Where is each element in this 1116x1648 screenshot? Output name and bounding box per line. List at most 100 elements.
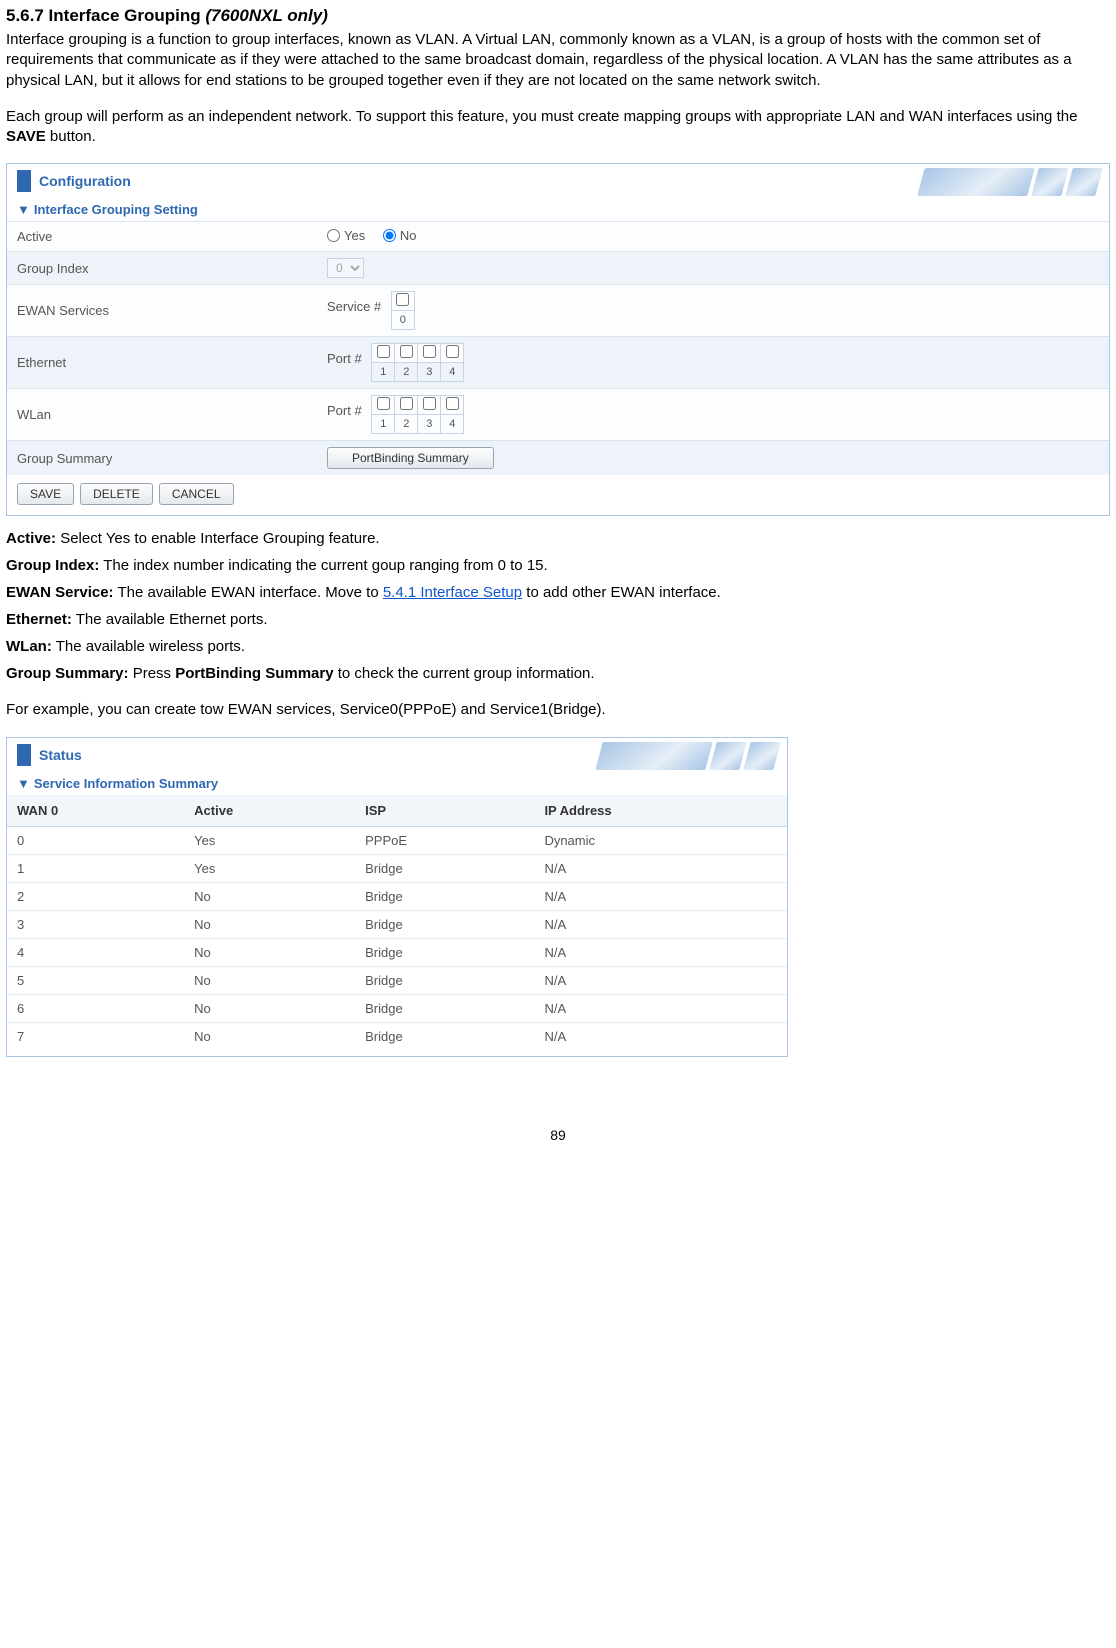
table-cell: Bridge [355,1022,534,1050]
label-ewan: EWAN Services [7,285,317,337]
wlan-checkbox-2[interactable] [400,397,413,410]
wlan-checkbox-1[interactable] [377,397,390,410]
heading-note: (7600NXL only) [205,6,328,25]
wlan-checkbox-3[interactable] [423,397,436,410]
def-sum-b: to check the current group information. [334,665,595,682]
table-cell: PPPoE [355,826,534,854]
intro-paragraph-2: Each group will perform as an independen… [6,107,1110,148]
cell-active: Yes No [317,222,1109,252]
def-sum-term: Group Summary: [6,665,129,682]
eth-checkbox-1[interactable] [377,345,390,358]
wlan-chk-4[interactable] [441,396,464,415]
select-group-index[interactable]: 0 [327,258,364,278]
definitions: Active: Select Yes to enable Interface G… [6,530,1110,682]
ewan-port-0: 0 [391,311,414,330]
config-table: Active Yes No Group Index 0 EWAN S [7,221,1109,475]
interface-setup-link[interactable]: 5.4.1 Interface Setup [383,584,522,601]
table-cell: Bridge [355,882,534,910]
row-group-index: Group Index 0 [7,252,1109,285]
table-cell: N/A [534,854,787,882]
table-cell: N/A [534,994,787,1022]
def-gi-text: The index number indicating the current … [99,557,547,574]
intro-p2-bold: SAVE [6,128,46,145]
table-cell: 3 [7,910,184,938]
intro-paragraph-1: Interface grouping is a function to grou… [6,30,1110,91]
wlan-chk-1[interactable] [372,396,395,415]
decor-block [917,168,1035,196]
radio-no[interactable]: No [383,228,417,243]
row-active: Active Yes No [7,222,1109,252]
eth-chk-3[interactable] [418,344,441,363]
decor-block [1065,168,1103,196]
def-active-term: Active: [6,530,56,547]
ethernet-portbox: 1 2 3 4 [371,343,464,382]
ewan-prefix: Service # [327,291,381,314]
portbinding-summary-button[interactable]: PortBinding Summary [327,447,494,469]
eth-chk-1[interactable] [372,344,395,363]
cancel-button[interactable]: CANCEL [159,483,234,505]
def-ewan-term: EWAN Service: [6,584,114,601]
table-cell: Bridge [355,938,534,966]
cell-group-index: 0 [317,252,1109,285]
radio-yes[interactable]: Yes [327,228,365,243]
col-isp: ISP [355,795,534,827]
radio-yes-input[interactable] [327,229,340,242]
def-active: Active: Select Yes to enable Interface G… [6,530,1110,547]
table-cell: N/A [534,882,787,910]
row-wlan: WLan Port # 1 2 3 [7,389,1109,441]
def-wlan: WLan: The available wireless ports. [6,638,1110,655]
wlan-checkbox-4[interactable] [446,397,459,410]
decor-block [1031,168,1069,196]
radio-no-input[interactable] [383,229,396,242]
ewan-checkbox-0[interactable] [396,293,409,306]
header-stripe-icon [17,744,31,766]
wlan-port-3: 3 [418,415,441,434]
row-ewan: EWAN Services Service # 0 [7,285,1109,337]
def-summary: Group Summary: Press PortBinding Summary… [6,665,1110,682]
triangle-icon: ▼ [17,776,30,791]
wlan-chk-3[interactable] [418,396,441,415]
eth-checkbox-2[interactable] [400,345,413,358]
table-cell: N/A [534,1022,787,1050]
section-label: Interface Grouping Setting [34,202,198,217]
table-cell: 4 [7,938,184,966]
status-header-row: WAN 0 Active ISP IP Address [7,795,787,827]
def-sum-bold: PortBinding Summary [175,665,333,682]
table-row: 4NoBridgeN/A [7,938,787,966]
eth-chk-2[interactable] [395,344,418,363]
ewan-check-0[interactable] [391,292,414,311]
col-wan: WAN 0 [7,795,184,827]
label-active: Active [7,222,317,252]
table-cell: Yes [184,826,355,854]
service-info-section: ▼Service Information Summary [7,770,787,791]
row-ethernet: Ethernet Port # 1 2 3 [7,337,1109,389]
delete-button[interactable]: DELETE [80,483,153,505]
wlan-chk-2[interactable] [395,396,418,415]
eth-port-4: 4 [441,363,464,382]
interface-grouping-section: ▼ Interface Grouping Setting [7,196,1109,217]
header-decor [921,168,1099,196]
decor-block [743,742,781,770]
save-button[interactable]: SAVE [17,483,74,505]
radio-no-label: No [400,228,417,243]
table-cell: N/A [534,938,787,966]
def-ewan-a: The available EWAN interface. Move to [114,584,383,601]
cell-wlan: Port # 1 2 3 4 [317,389,1109,441]
decor-block [595,742,713,770]
cell-ewan: Service # 0 [317,285,1109,337]
triangle-icon: ▼ [17,202,30,217]
configuration-title: Configuration [39,173,131,189]
table-cell: No [184,966,355,994]
wlan-prefix: Port # [327,395,362,418]
row-summary: Group Summary PortBinding Summary [7,441,1109,476]
table-cell: 7 [7,1022,184,1050]
table-cell: 5 [7,966,184,994]
eth-checkbox-4[interactable] [446,345,459,358]
heading-number: 5.6.7 [6,6,44,25]
table-cell: 0 [7,826,184,854]
status-table: WAN 0 Active ISP IP Address 0YesPPPoEDyn… [7,795,787,1050]
table-cell: Bridge [355,910,534,938]
table-row: 1YesBridgeN/A [7,854,787,882]
eth-checkbox-3[interactable] [423,345,436,358]
eth-chk-4[interactable] [441,344,464,363]
